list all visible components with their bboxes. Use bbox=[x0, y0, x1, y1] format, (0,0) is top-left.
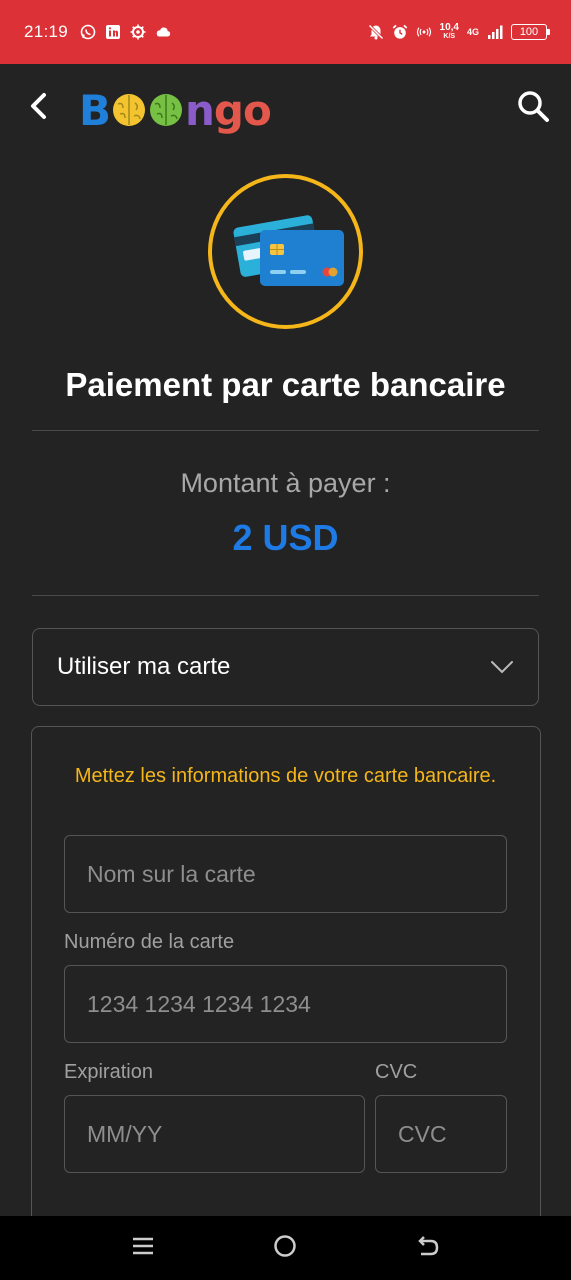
bell-muted-icon bbox=[367, 24, 384, 40]
expiry-input[interactable]: MM/YY bbox=[64, 1095, 365, 1173]
menu-icon bbox=[132, 1235, 154, 1262]
card-number-input[interactable]: 1234 1234 1234 1234 bbox=[64, 965, 507, 1043]
search-icon bbox=[516, 89, 550, 128]
cloud-icon bbox=[155, 24, 171, 40]
status-bar: 21:19 10,4 K/S 4G 100 bbox=[0, 0, 571, 64]
divider bbox=[32, 430, 539, 431]
alarm-icon bbox=[392, 24, 408, 40]
app-header: B ngo bbox=[0, 64, 571, 154]
hotspot-icon bbox=[416, 24, 432, 40]
expiry-label: Expiration bbox=[64, 1061, 153, 1083]
battery-icon: 100 bbox=[511, 24, 550, 40]
back-button[interactable] bbox=[22, 92, 54, 124]
linkedin-icon bbox=[105, 24, 121, 40]
card-number-placeholder: 1234 1234 1234 1234 bbox=[87, 990, 311, 1017]
signal-icon bbox=[487, 24, 503, 40]
card-number-label: Numéro de la carte bbox=[64, 931, 235, 953]
payment-method-selected: Utiliser ma carte bbox=[57, 653, 231, 680]
network-type: 4G bbox=[466, 26, 479, 37]
home-circle-icon bbox=[273, 1234, 297, 1263]
credit-card-icon bbox=[226, 204, 346, 299]
chevron-left-icon bbox=[27, 92, 49, 125]
cvc-placeholder: CVC bbox=[398, 1120, 447, 1147]
page-title: Paiement par carte bancaire bbox=[65, 366, 506, 403]
cvc-input[interactable]: CVC bbox=[375, 1095, 507, 1173]
back-arrow-icon bbox=[415, 1234, 441, 1263]
chevron-down-icon bbox=[490, 655, 514, 679]
network-speed-unit: K/S bbox=[443, 33, 456, 40]
search-button[interactable] bbox=[515, 90, 551, 126]
payment-method-select[interactable]: Utiliser ma carte bbox=[32, 628, 539, 706]
whatsapp-icon bbox=[80, 24, 96, 40]
home-button[interactable] bbox=[269, 1232, 301, 1264]
credit-card-illustration bbox=[208, 174, 363, 329]
amount-label: Montant à payer : bbox=[180, 468, 391, 498]
expiry-placeholder: MM/YY bbox=[87, 1120, 163, 1147]
settings-icon bbox=[130, 24, 146, 40]
brain-icon bbox=[111, 92, 147, 128]
card-form-hint: Mettez les informations de votre carte b… bbox=[74, 765, 497, 787]
amount-value: 2 USD bbox=[232, 517, 339, 558]
boongo-logo: B ngo bbox=[79, 85, 272, 135]
recent-apps-button[interactable] bbox=[127, 1232, 159, 1264]
status-system-icons: 10,4 K/S 4G 100 bbox=[367, 23, 550, 41]
system-navigation-bar bbox=[0, 1216, 571, 1280]
divider bbox=[32, 595, 539, 596]
brain-icon-2 bbox=[148, 92, 184, 128]
cvc-label: CVC bbox=[375, 1061, 418, 1083]
system-back-button[interactable] bbox=[412, 1232, 444, 1264]
status-time: 21:19 bbox=[24, 22, 69, 41]
status-notification-icons bbox=[80, 24, 171, 40]
battery-level: 100 bbox=[519, 26, 539, 38]
card-name-placeholder: Nom sur la carte bbox=[87, 860, 256, 887]
network-speed-value: 10,4 bbox=[439, 22, 459, 33]
card-name-input[interactable]: Nom sur la carte bbox=[64, 835, 507, 913]
network-speed: 10,4 K/S bbox=[440, 23, 459, 41]
